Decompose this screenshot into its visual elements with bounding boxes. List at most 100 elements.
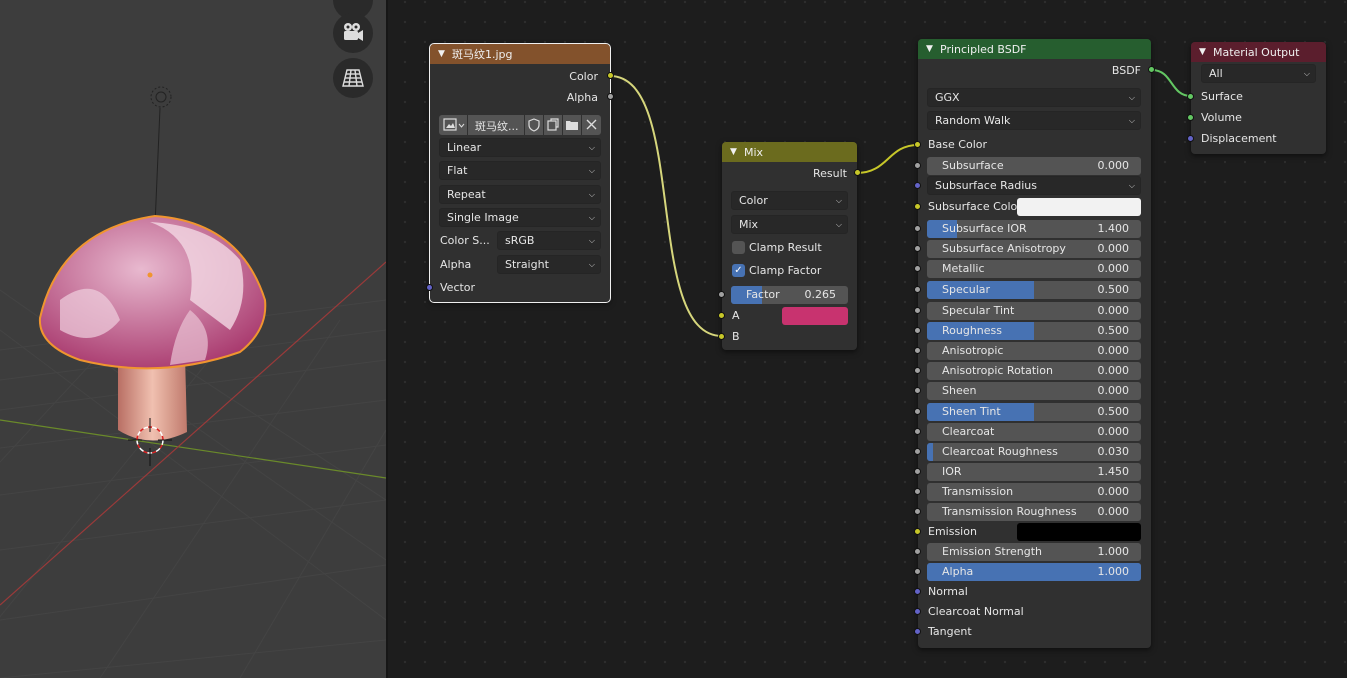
mix-blend-dropdown[interactable]: Mix ⌵ (731, 215, 848, 234)
value-slider[interactable]: Subsurface Anisotropy 0.000 (927, 240, 1141, 258)
material-output-node[interactable]: ▼ Material Output All ⌵ Surface Volume Di… (1187, 42, 1326, 154)
output-color-socket[interactable] (607, 72, 614, 79)
source-dropdown[interactable]: Single Image ⌵ (439, 208, 601, 227)
emission-color-swatch[interactable] (1017, 523, 1141, 541)
fake-user-button[interactable] (525, 115, 543, 135)
projection-dropdown[interactable]: Flat ⌵ (439, 161, 601, 180)
input-clearcoat-normal-socket[interactable] (914, 608, 921, 615)
input-socket[interactable] (914, 265, 921, 272)
input-subsurface-color-socket[interactable] (914, 203, 921, 210)
value-slider[interactable]: Roughness 0.500 (927, 322, 1141, 340)
camera-view-button[interactable] (333, 13, 373, 53)
input-emission-socket[interactable] (914, 528, 921, 535)
output-alpha-socket[interactable] (607, 93, 614, 100)
clamp-factor-checkbox[interactable]: ✓ (732, 264, 745, 277)
input-b-socket[interactable] (718, 333, 725, 340)
value-slider[interactable]: Specular Tint 0.000 (927, 302, 1141, 320)
value-slider[interactable]: Transmission 0.000 (927, 483, 1141, 501)
image-texture-node[interactable]: ▼ 斑马纹1.jpg Color Alpha 斑马纹... Linear ⌵ F… (426, 43, 614, 303)
light-icon[interactable] (150, 86, 172, 108)
input-socket[interactable] (914, 367, 921, 374)
extension-dropdown[interactable]: Repeat ⌵ (439, 185, 601, 204)
value-slider[interactable]: Subsurface IOR 1.400 (927, 220, 1141, 238)
collapse-chevron-icon[interactable]: ▼ (438, 49, 449, 59)
value-slider-value: 0.500 (1097, 405, 1130, 418)
value-slider[interactable]: Anisotropic Rotation 0.000 (927, 362, 1141, 380)
collapse-chevron-icon[interactable]: ▼ (926, 44, 937, 54)
input-socket[interactable] (914, 508, 921, 515)
input-vector-socket[interactable] (426, 284, 433, 291)
duplicate-image-button[interactable] (544, 115, 562, 135)
output-target-dropdown[interactable]: All ⌵ (1201, 64, 1316, 83)
principled-bsdf-node[interactable]: ▼ Principled BSDF BSDF GGX ⌵ Random Walk ⌵… (914, 39, 1155, 648)
principled-bsdf-header[interactable]: ▼ Principled BSDF (918, 39, 1151, 59)
input-surface-socket[interactable] (1187, 93, 1194, 100)
color-space-dropdown[interactable]: sRGB ⌵ (497, 231, 601, 250)
input-socket[interactable] (914, 387, 921, 394)
unlink-image-button[interactable] (582, 115, 601, 135)
input-socket[interactable] (914, 448, 921, 455)
value-slider[interactable]: Subsurface 0.000 (927, 157, 1141, 175)
value-slider[interactable]: Clearcoat 0.000 (927, 423, 1141, 441)
subsurface-method-dropdown[interactable]: Random Walk ⌵ (927, 111, 1141, 130)
mix-header[interactable]: ▼ Mix (722, 142, 857, 162)
distribution-dropdown[interactable]: GGX ⌵ (927, 88, 1141, 107)
input-socket[interactable] (914, 162, 921, 169)
input-socket[interactable] (914, 408, 921, 415)
open-image-button[interactable] (563, 115, 581, 135)
input-socket[interactable] (914, 548, 921, 555)
shader-node-editor[interactable]: ▼ 斑马纹1.jpg Color Alpha 斑马纹... Linear ⌵ F… (388, 0, 1347, 678)
subsurface-color-swatch[interactable] (1017, 198, 1141, 216)
input-socket[interactable] (914, 225, 921, 232)
mix-data-type-dropdown[interactable]: Color ⌵ (731, 191, 848, 210)
input-volume-socket[interactable] (1187, 114, 1194, 121)
input-socket[interactable] (914, 286, 921, 293)
value-slider[interactable]: Metallic 0.000 (927, 260, 1141, 278)
3d-viewport[interactable] (0, 0, 386, 678)
output-bsdf-socket[interactable] (1148, 66, 1155, 73)
value-slider[interactable]: Alpha 1.000 (927, 563, 1141, 581)
input-a-socket[interactable] (718, 312, 725, 319)
close-icon (586, 119, 597, 130)
input-socket[interactable] (914, 307, 921, 314)
value-slider[interactable]: Sheen Tint 0.500 (927, 403, 1141, 421)
input-normal-socket[interactable] (914, 588, 921, 595)
input-socket[interactable] (914, 347, 921, 354)
input-socket[interactable] (914, 488, 921, 495)
output-result-socket[interactable] (854, 169, 861, 176)
perspective-toggle-button[interactable] (333, 58, 373, 98)
value-slider[interactable]: Clearcoat Roughness 0.030 (927, 443, 1141, 461)
input-displacement-socket[interactable] (1187, 135, 1194, 142)
image-texture-header[interactable]: ▼ 斑马纹1.jpg (430, 44, 610, 64)
input-base-color-socket[interactable] (914, 141, 921, 148)
value-slider[interactable]: Transmission Roughness 0.000 (927, 503, 1141, 521)
input-socket[interactable] (914, 245, 921, 252)
interpolation-dropdown[interactable]: Linear ⌵ (439, 138, 601, 157)
input-subsurface-radius-socket[interactable] (914, 182, 921, 189)
input-tangent-socket[interactable] (914, 628, 921, 635)
value-slider[interactable]: Specular 0.500 (927, 281, 1141, 299)
collapse-chevron-icon[interactable]: ▼ (1199, 47, 1210, 57)
factor-slider[interactable]: Factor 0.265 (731, 286, 848, 304)
input-socket[interactable] (914, 468, 921, 475)
image-selector[interactable]: 斑马纹... (439, 115, 601, 135)
collapse-chevron-icon[interactable]: ▼ (730, 147, 741, 157)
input-factor-socket[interactable] (718, 291, 725, 298)
image-name-field[interactable]: 斑马纹... (468, 115, 524, 135)
value-slider[interactable]: IOR 1.450 (927, 463, 1141, 481)
value-slider-value: 0.500 (1097, 324, 1130, 337)
value-slider[interactable]: Sheen 0.000 (927, 382, 1141, 400)
clamp-result-checkbox[interactable] (732, 241, 745, 254)
image-browse-button[interactable] (439, 115, 467, 135)
value-slider-label: Alpha (942, 565, 974, 578)
input-socket[interactable] (914, 327, 921, 334)
input-socket[interactable] (914, 428, 921, 435)
input-socket[interactable] (914, 568, 921, 575)
value-slider[interactable]: Anisotropic 0.000 (927, 342, 1141, 360)
subsurface-radius-dropdown[interactable]: Subsurface Radius ⌵ (927, 176, 1141, 195)
value-slider[interactable]: Emission Strength 1.000 (927, 543, 1141, 561)
material-output-header[interactable]: ▼ Material Output (1191, 42, 1326, 62)
input-a-color-swatch[interactable] (782, 307, 848, 325)
alpha-mode-dropdown[interactable]: Straight ⌵ (497, 255, 601, 274)
mix-node[interactable]: ▼ Mix Result Color ⌵ Mix ⌵ Clamp Result ✓ … (718, 142, 861, 350)
